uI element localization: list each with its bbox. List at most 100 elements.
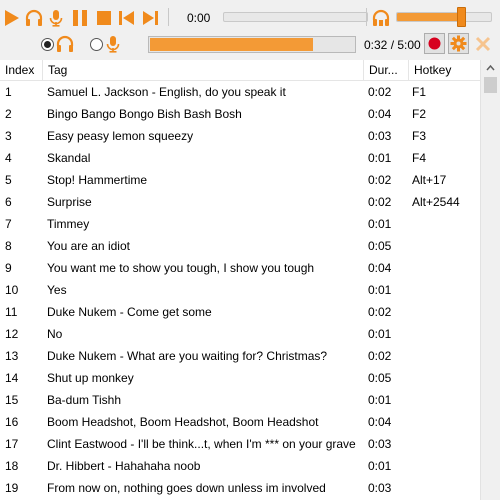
volume-thumb[interactable]	[457, 7, 466, 27]
column-header-index[interactable]: Index	[0, 60, 42, 80]
row-hotkey	[412, 301, 478, 323]
row-index: 7	[5, 217, 12, 231]
gear-icon	[450, 35, 467, 52]
table-row[interactable]: 11 Duke Nukem - Come get some 0:02	[0, 301, 480, 323]
toolbar-separator	[366, 8, 367, 26]
record-icon	[428, 37, 441, 50]
row-hotkey	[412, 235, 478, 257]
row-index: 10	[5, 283, 19, 297]
column-header-tag[interactable]: Tag	[43, 60, 363, 80]
row-index: 5	[5, 173, 12, 187]
row-duration: 0:03	[368, 129, 392, 143]
row-hotkey	[412, 411, 478, 433]
row-duration: 0:02	[368, 173, 392, 187]
close-icon[interactable]	[474, 35, 492, 53]
row-duration: 0:01	[368, 151, 392, 165]
table-row[interactable]: 2 Bingo Bango Bongo Bish Bash Bosh 0:04 F2	[0, 103, 480, 125]
row-duration: 0:04	[368, 261, 392, 275]
row-index: 9	[5, 261, 12, 275]
playback-progress-bar[interactable]	[148, 36, 356, 53]
table-row[interactable]: 10 Yes 0:01	[0, 279, 480, 301]
row-duration: 0:01	[368, 217, 392, 231]
table-row[interactable]: 8 You are an idiot 0:05	[0, 235, 480, 257]
play-icon[interactable]	[3, 9, 21, 27]
table-row[interactable]: 9 You want me to show you tough, I show y…	[0, 257, 480, 279]
row-index: 14	[5, 371, 19, 385]
table-row[interactable]: 19 From now on, nothing goes down unless …	[0, 477, 480, 499]
toolbar-separator	[168, 8, 169, 26]
row-duration: 0:01	[368, 393, 392, 407]
table-row[interactable]: 3 Easy peasy lemon squeezy 0:03 F3	[0, 125, 480, 147]
table-row[interactable]: 16 Boom Headshot, Boom Headshot, Boom Hea…	[0, 411, 480, 433]
row-tag: Samuel L. Jackson - English, do you spea…	[47, 85, 286, 99]
row-tag: Duke Nukem - Come get some	[47, 305, 212, 319]
row-index: 3	[5, 129, 12, 143]
row-index: 1	[5, 85, 12, 99]
skip-forward-icon[interactable]	[141, 9, 159, 27]
row-hotkey: Alt+17	[412, 173, 447, 187]
row-tag: Dr. Hibbert - Hahahaha noob	[47, 459, 201, 473]
row-tag: Yes	[47, 283, 67, 297]
table-row[interactable]: 15 Ba-dum Tishh 0:01	[0, 389, 480, 411]
row-tag: Bingo Bango Bongo Bish Bash Bosh	[47, 107, 242, 121]
row-tag: No	[47, 327, 63, 341]
radio-microphone[interactable]	[90, 38, 103, 51]
row-duration: 0:05	[368, 371, 392, 385]
progress-time-label: 0:32 / 5:00	[364, 38, 421, 52]
vertical-scrollbar[interactable]	[480, 60, 500, 500]
row-hotkey	[412, 477, 478, 499]
row-hotkey: F4	[412, 151, 427, 165]
row-duration: 0:02	[368, 195, 392, 209]
table-row[interactable]: 17 Clint Eastwood - I'll be think...t, wh…	[0, 433, 480, 455]
row-tag: Skandal	[47, 151, 91, 165]
row-duration: 0:01	[368, 459, 392, 473]
playback-progress-fill	[150, 38, 313, 51]
column-header-duration[interactable]: Dur...	[364, 60, 408, 80]
sound-list: Index Tag Dur... Hotkey 1 Samuel L. Jacks…	[0, 60, 500, 500]
scroll-up-arrow-icon[interactable]	[481, 60, 500, 77]
row-index: 8	[5, 239, 12, 253]
volume-slider[interactable]	[396, 7, 492, 27]
radio-headphones[interactable]	[41, 38, 54, 51]
record-button[interactable]	[424, 33, 445, 54]
table-row[interactable]: 6 Surprise 0:02 Alt+2544	[0, 191, 480, 213]
row-index: 11	[5, 305, 18, 319]
table-row[interactable]: 4 Skandal 0:01 F4	[0, 147, 480, 169]
row-duration: 0:02	[368, 349, 392, 363]
stop-icon[interactable]	[95, 9, 113, 27]
row-hotkey: F2	[412, 107, 427, 121]
table-row[interactable]: 13 Duke Nukem - What are you waiting for?…	[0, 345, 480, 367]
row-hotkey	[412, 279, 478, 301]
table-row[interactable]: 5 Stop! Hammertime 0:02 Alt+17	[0, 169, 480, 191]
pause-icon[interactable]	[71, 9, 89, 27]
table-row[interactable]: 14 Shut up monkey 0:05	[0, 367, 480, 389]
scrollbar-thumb[interactable]	[484, 77, 497, 93]
row-index: 2	[5, 107, 12, 121]
row-duration: 0:05	[368, 239, 392, 253]
row-tag: Ba-dum Tishh	[47, 393, 122, 407]
row-index: 13	[5, 349, 19, 363]
row-hotkey	[412, 433, 478, 455]
table-row[interactable]: 18 Dr. Hibbert - Hahahaha noob 0:01	[0, 455, 480, 477]
headphones-mute-icon[interactable]	[372, 9, 390, 27]
seek-slider[interactable]	[223, 12, 368, 22]
column-header-hotkey[interactable]: Hotkey	[409, 60, 479, 80]
row-tag: Boom Headshot, Boom Headshot, Boom Heads…	[47, 415, 319, 429]
skip-back-icon[interactable]	[118, 9, 136, 27]
row-duration: 0:03	[368, 481, 392, 495]
row-hotkey	[412, 257, 478, 279]
table-row[interactable]: 1 Samuel L. Jackson - English, do you spe…	[0, 81, 480, 103]
table-row[interactable]: 12 No 0:01	[0, 323, 480, 345]
microphone-icon[interactable]	[47, 9, 65, 27]
row-duration: 0:04	[368, 415, 392, 429]
row-tag: Timmey	[47, 217, 90, 231]
table-header: Index Tag Dur... Hotkey	[0, 60, 480, 81]
row-hotkey: F3	[412, 129, 427, 143]
settings-button[interactable]	[448, 33, 469, 54]
row-hotkey	[412, 323, 478, 345]
row-duration: 0:04	[368, 107, 392, 121]
row-index: 12	[5, 327, 19, 341]
headphones-icon[interactable]	[25, 9, 43, 27]
table-row[interactable]: 7 Timmey 0:01	[0, 213, 480, 235]
row-hotkey: F1	[412, 85, 427, 99]
